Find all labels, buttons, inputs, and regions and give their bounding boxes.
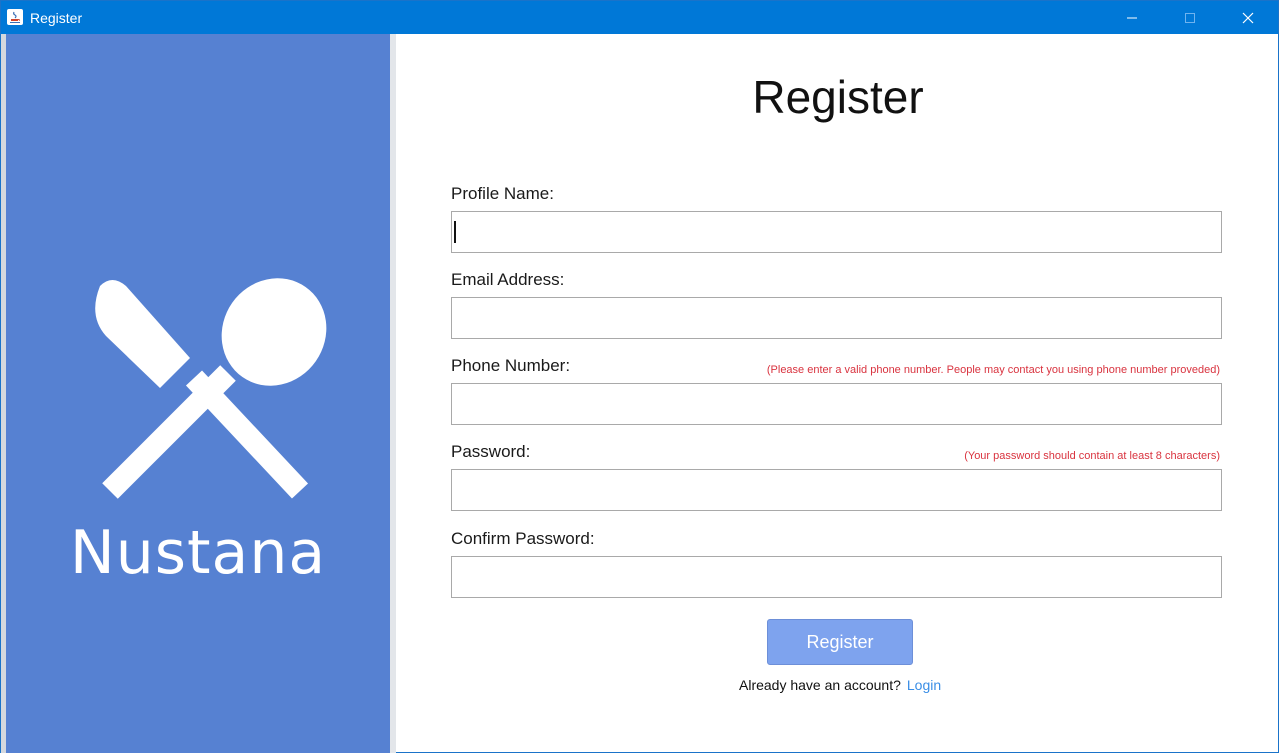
confirm-password-input[interactable] xyxy=(451,556,1222,598)
minimize-icon xyxy=(1127,17,1137,19)
close-button[interactable] xyxy=(1219,1,1277,34)
register-button[interactable]: Register xyxy=(767,619,913,665)
brand-panel: Nustana xyxy=(6,34,390,753)
login-link[interactable]: Login xyxy=(907,677,941,693)
text-caret xyxy=(454,221,456,243)
panel-divider xyxy=(390,34,396,753)
phone-number-hint: (Please enter a valid phone number. Peop… xyxy=(766,364,1220,376)
close-icon xyxy=(1242,12,1254,24)
login-prompt: Already have an account? Login xyxy=(739,677,941,693)
brand-name: Nustana xyxy=(69,518,327,588)
java-app-icon xyxy=(7,9,23,25)
email-address-input[interactable] xyxy=(451,297,1222,339)
window-title: Register xyxy=(30,10,83,26)
maximize-icon xyxy=(1185,13,1195,23)
profile-name-input[interactable] xyxy=(451,211,1222,253)
register-window: Register Nustana Register Profile Name: … xyxy=(0,0,1279,753)
phone-number-label: Phone Number: xyxy=(451,356,571,375)
title-bar[interactable]: Register xyxy=(1,1,1278,34)
profile-name-label: Profile Name: xyxy=(451,184,554,203)
confirm-password-label: Confirm Password: xyxy=(451,529,595,548)
minimize-button[interactable] xyxy=(1103,1,1161,34)
password-label: Password: xyxy=(451,442,531,461)
already-have-account-text: Already have an account? xyxy=(739,677,901,693)
phone-number-input[interactable] xyxy=(451,383,1222,425)
maximize-button[interactable] xyxy=(1161,1,1219,34)
form-title: Register xyxy=(752,71,924,123)
email-address-label: Email Address: xyxy=(451,270,565,289)
password-hint: (Your password should contain at least 8… xyxy=(964,450,1220,462)
knife-spoon-icon xyxy=(95,278,327,499)
password-input[interactable] xyxy=(451,469,1222,511)
